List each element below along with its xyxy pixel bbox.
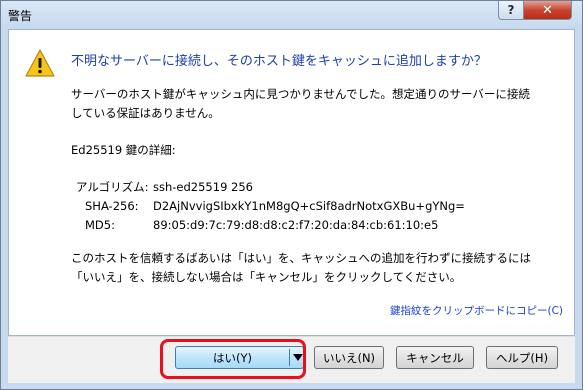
detail-row-algorithm: アルゴリズム: ssh-ed25519 256: [76, 178, 465, 197]
help-button[interactable]: ヘルプ(H): [486, 346, 558, 369]
cancel-button[interactable]: キャンセル: [396, 346, 474, 369]
detail-row-md5: MD5: 89:05:d9:7c:79:d8:d8:c2:f7:20:da:84…: [76, 216, 465, 235]
dialog-headline: 不明なサーバーに接続し、そのホスト鍵をキャッシュに追加しますか？: [71, 54, 487, 69]
close-button[interactable]: ✕: [523, 1, 572, 20]
close-icon: ✕: [542, 2, 553, 18]
message-line: サーバーのホスト鍵がキャッシュ内に見つかりませんでした。想定通りのサーバーに接続: [71, 87, 530, 101]
dialog-content: 不明なサーバーに接続し、そのホスト鍵をキャッシュに追加しますか？ サーバーのホス…: [8, 29, 575, 336]
detail-label: SHA-256:: [85, 199, 139, 213]
key-details: アルゴリズム: ssh-ed25519 256 SHA-256: D2AjNvv…: [76, 178, 465, 235]
title-bar[interactable]: 警告 ? ✕: [1, 1, 582, 29]
highlight-annotation: [160, 339, 306, 379]
window-title: 警告: [8, 9, 33, 23]
detail-value: ssh-ed25519 256: [153, 180, 253, 194]
detail-value: 89:05:d9:7c:79:d8:d8:c2:f7:20:da:84:cb:6…: [153, 218, 439, 232]
detail-row-sha256: SHA-256: D2AjNvvigSIbxkY1nM8gQ+cSif8adrN…: [76, 197, 465, 216]
question-icon: ?: [507, 3, 515, 17]
copy-fingerprint-link[interactable]: 鍵指紋をクリップボードにコピー(C): [390, 303, 563, 318]
message-line: している保証はありません。: [71, 106, 220, 120]
instruction-paragraph: このホストを信頼するばあいは「はい」を、キャッシュへの追加を行わずに接続するには…: [71, 249, 531, 287]
no-button[interactable]: いいえ(N): [314, 346, 384, 369]
details-heading: Ed25519 鍵の詳細:: [71, 143, 176, 157]
instruction-line: 「いいえ」を、接続しない場合は「キャンセル」をクリックしてください。: [71, 270, 462, 284]
message-paragraph: サーバーのホスト鍵がキャッシュ内に見つかりませんでした。想定通りのサーバーに接続…: [71, 85, 530, 123]
detail-label: アルゴリズム:: [76, 180, 149, 194]
detail-value: D2AjNvvigSIbxkY1nM8gQ+cSif8adrNotxGXBu+g…: [153, 199, 465, 213]
warning-icon: [25, 49, 55, 77]
detail-label: MD5:: [85, 218, 115, 232]
instruction-line: このホストを信頼するばあいは「はい」を、キャッシュへの追加を行わずに接続するには: [71, 251, 531, 265]
warning-dialog: 警告 ? ✕ 不明なサーバーに接続し、そのホスト鍵をキャッシュに追加しますか？ …: [0, 0, 583, 390]
title-help-button[interactable]: ?: [498, 1, 524, 20]
